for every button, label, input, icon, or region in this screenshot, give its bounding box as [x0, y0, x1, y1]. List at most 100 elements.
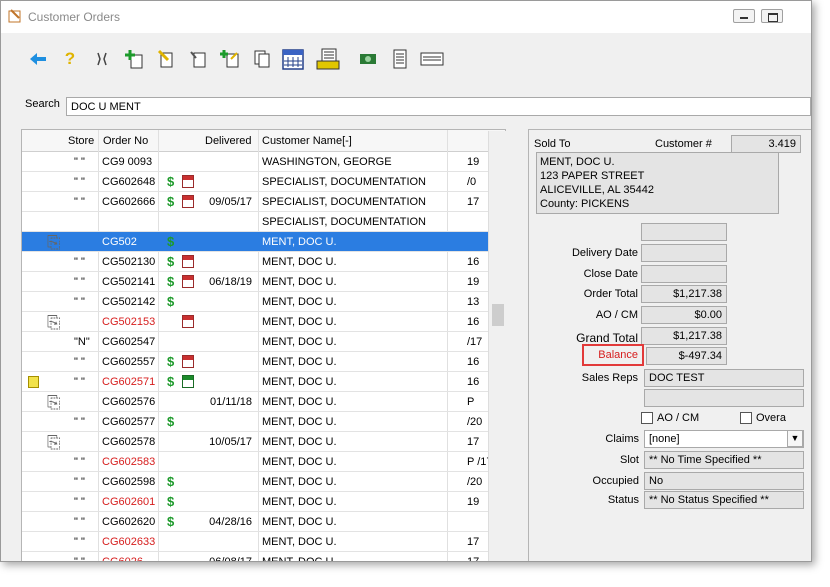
date-cell: 16	[467, 376, 480, 388]
cash-icon[interactable]	[356, 47, 380, 71]
ao-cm-field: $0.00	[641, 306, 727, 324]
col-delivered-header[interactable]: Delivered	[205, 135, 251, 147]
slot-field[interactable]: ** No Time Specified **	[644, 451, 804, 469]
customer-name-cell: MENT, DOC U.	[262, 556, 337, 562]
table-row[interactable]: " " CG9 0093 WASHINGTON, GEORGE 19	[22, 152, 505, 172]
customer-number-label: Customer #	[655, 138, 712, 150]
delivered-cell: 01/11/18	[209, 396, 252, 408]
delivered-cell: 06/18/19	[209, 276, 252, 288]
date-cell: /20	[467, 476, 483, 488]
store-cell: " "	[74, 516, 85, 528]
table-row[interactable]: " " CG502142 $ MENT, DOC U. 13	[22, 292, 505, 312]
back-arrow-icon[interactable]	[26, 47, 50, 71]
table-row[interactable]: ⎘ CG502 $ MENT, DOC U.	[22, 232, 505, 252]
overall-checkbox[interactable]	[740, 412, 752, 424]
order-no-cell: CG602648	[102, 176, 156, 188]
invoice-icon[interactable]	[420, 47, 444, 71]
close-date-field[interactable]	[641, 265, 727, 283]
dollar-icon: $	[167, 174, 175, 189]
customer-name-cell: MENT, DOC U.	[262, 476, 337, 488]
search-label: Search	[25, 98, 60, 110]
help-icon[interactable]: ?	[58, 47, 82, 71]
chevron-down-icon[interactable]: ▼	[787, 430, 803, 447]
table-row[interactable]: " " CG502130 $ MENT, DOC U. 16	[22, 252, 505, 272]
maximize-button[interactable]	[761, 9, 783, 23]
store-cell: " "	[74, 416, 85, 428]
table-row[interactable]: " " CG602648 $ SPECIALIST, DOCUMENTATION/0	[22, 172, 505, 192]
table-row[interactable]: " " CG6026 06/08/17 MENT, DOC U. 17	[22, 552, 505, 562]
order-no-cell: CG602666	[102, 196, 156, 208]
order-no-cell: CG602598	[102, 476, 156, 488]
store-cell: " "	[74, 496, 85, 508]
calendar-grid-icon[interactable]	[282, 47, 306, 71]
tools-icon[interactable]	[90, 47, 114, 71]
store-cell: " "	[74, 156, 85, 168]
order-no-cell: CG602583	[102, 456, 156, 468]
table-row[interactable]: " " CG602666 $09/05/17 SPECIALIST, DOCUMENT…	[22, 192, 505, 212]
slot-label: Slot	[620, 454, 639, 466]
customer-name-cell: SPECIALIST, DOCUMENTATION	[262, 176, 427, 188]
customer-name-cell: MENT, DOC U.	[262, 336, 337, 348]
calendar-icon	[182, 255, 194, 268]
table-row[interactable]: ⎘ CG502153 MENT, DOC U. 16	[22, 312, 505, 332]
date-cell: /20	[467, 416, 483, 428]
sales-reps-field-2[interactable]	[644, 389, 804, 407]
dollar-icon: $	[167, 194, 175, 209]
customer-number-field[interactable]: 3.419	[731, 135, 801, 153]
table-row[interactable]: " " CG602633 MENT, DOC U. 17	[22, 532, 505, 552]
date-cell: 17	[467, 536, 480, 548]
customer-name-cell: WASHINGTON, GEORGE	[262, 156, 392, 168]
date-cell: 13	[467, 296, 480, 308]
table-row[interactable]: "N" CG602547 MENT, DOC U. /17	[22, 332, 505, 352]
customer-name-cell: MENT, DOC U.	[262, 536, 337, 548]
col-order-no-header[interactable]: Order No	[103, 135, 148, 147]
table-row[interactable]: ⎘ CG602576 01/11/18 MENT, DOC U. P	[22, 392, 505, 412]
order-no-cell: CG502	[102, 236, 137, 248]
order-total-field: $1,217.38	[641, 285, 727, 303]
table-row[interactable]: " " CG602620 $04/28/16 MENT, DOC U.	[22, 512, 505, 532]
store-cell: " "	[74, 536, 85, 548]
scrollbar-thumb[interactable]	[492, 304, 504, 326]
table-row[interactable]: " " CG602583 MENT, DOC U. P /17	[22, 452, 505, 472]
sold-to-address: MENT, DOC U. 123 PAPER STREET ALICEVILLE…	[536, 152, 779, 214]
document-icon[interactable]	[388, 47, 412, 71]
table-row[interactable]: ⎘ CG602578 10/05/17 MENT, DOC U. 17	[22, 432, 505, 452]
sales-reps-field[interactable]: DOC TEST	[644, 369, 804, 387]
table-row[interactable]: " " CG602571 $ MENT, DOC U. 16	[22, 372, 505, 392]
print-register-icon[interactable]	[316, 47, 340, 71]
col-store-header[interactable]: Store	[68, 135, 94, 147]
customer-name-cell: SPECIALIST, DOCUMENTATION	[262, 216, 427, 228]
overall-checkbox-label: Overa	[756, 412, 786, 424]
new-note-icon[interactable]	[218, 47, 242, 71]
order-date-field[interactable]	[641, 223, 727, 241]
store-cell: "N"	[74, 336, 90, 348]
table-row[interactable]: SPECIALIST, DOCUMENTATION	[22, 212, 505, 232]
order-no-cell: CG602577	[102, 416, 156, 428]
order-total-label: Order Total	[583, 288, 638, 300]
edit-icon[interactable]	[154, 47, 178, 71]
claims-select[interactable]: [none]	[644, 430, 804, 448]
date-cell: 17	[467, 556, 480, 562]
table-row[interactable]: " " CG502141 $06/18/19 MENT, DOC U. 19	[22, 272, 505, 292]
status-field[interactable]: ** No Status Specified **	[644, 491, 804, 509]
grid-vertical-scrollbar[interactable]	[488, 131, 506, 561]
table-row[interactable]: " " CG602598 $ MENT, DOC U. /20	[22, 472, 505, 492]
add-icon[interactable]	[122, 47, 146, 71]
ao-cm-checkbox[interactable]	[641, 412, 653, 424]
occupied-field[interactable]: No	[644, 472, 804, 490]
col-customer-header[interactable]: Customer Name[-]	[262, 135, 352, 147]
calendar-icon	[182, 375, 194, 388]
delivery-date-field[interactable]	[641, 244, 727, 262]
table-row[interactable]: " " CG602601 $ MENT, DOC U. 19	[22, 492, 505, 512]
table-row[interactable]: " " CG602577 $ MENT, DOC U. /20	[22, 412, 505, 432]
search-input[interactable]	[66, 97, 811, 116]
table-row[interactable]: " " CG602557 $ MENT, DOC U. 16	[22, 352, 505, 372]
dollar-icon: $	[167, 294, 175, 309]
date-cell: 17	[467, 436, 480, 448]
customer-name-cell: MENT, DOC U.	[262, 276, 337, 288]
copy-icon[interactable]	[250, 47, 274, 71]
sales-reps-label: Sales Reps	[581, 372, 638, 384]
minimize-button[interactable]	[733, 9, 755, 23]
date-cell: 16	[467, 256, 480, 268]
view-icon[interactable]	[186, 47, 210, 71]
